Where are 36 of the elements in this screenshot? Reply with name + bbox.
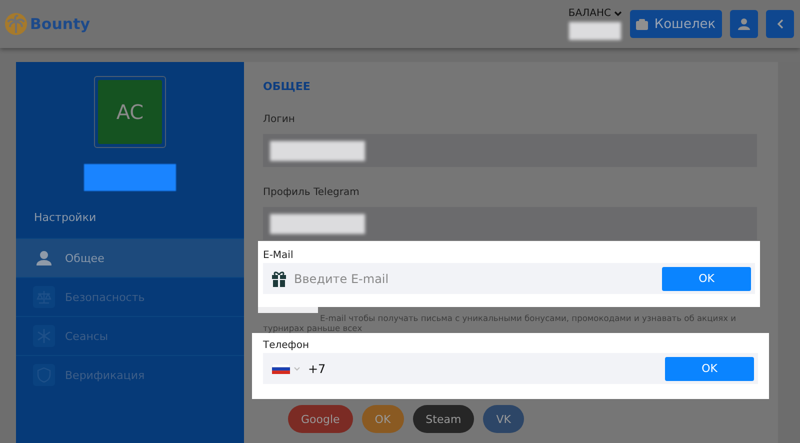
ok-button[interactable]: OK [662, 266, 751, 290]
text-field[interactable] [263, 207, 757, 240]
phone-field[interactable]: +7 OK [263, 353, 758, 384]
section-title: Настройки [33, 210, 98, 226]
logo-text: Bounty [30, 15, 90, 33]
text-field[interactable] [263, 134, 757, 167]
balance-dropdown[interactable]: БАЛАНС [568, 8, 622, 19]
ok-button[interactable]: OK [665, 356, 754, 380]
profile-button[interactable] [730, 10, 758, 38]
user-icon [36, 250, 52, 266]
chevron-down-icon [614, 10, 622, 16]
social-login-button[interactable]: OK [362, 405, 404, 433]
chevron-left-icon [776, 19, 784, 29]
hint-text: E-mail чтобы получать письма с уникальными бонусами, промокодами и узнавать об акциях и турнирах раньше всех [263, 313, 738, 333]
field-label: Телефон [263, 340, 310, 353]
caret-icon [294, 366, 300, 370]
collapse-button[interactable] [766, 10, 794, 38]
section-heading: ОБЩЕЕ [263, 80, 312, 94]
field-label: Логин [263, 114, 296, 125]
field-label: Профиль Telegram [263, 187, 360, 198]
redacted-block [258, 307, 318, 313]
social-login-button[interactable]: Steam [412, 405, 474, 433]
gift-icon [272, 270, 286, 286]
wallet-icon [636, 18, 648, 30]
user-icon [738, 18, 750, 30]
email-field[interactable]: Введите E-mail OK [263, 263, 755, 294]
palm-logo-icon [5, 13, 27, 35]
sidebar-item[interactable]: Общее [16, 238, 244, 277]
flag-icon [272, 364, 290, 374]
social-login-button[interactable]: Google [288, 405, 353, 433]
avatar: AC [98, 80, 162, 144]
redacted-block [569, 22, 622, 40]
wallet-button[interactable]: Кошелек [630, 10, 722, 38]
country-select[interactable] [272, 364, 300, 374]
social-login-button[interactable]: VK [483, 405, 524, 433]
field-label: E-Mail [263, 250, 294, 263]
